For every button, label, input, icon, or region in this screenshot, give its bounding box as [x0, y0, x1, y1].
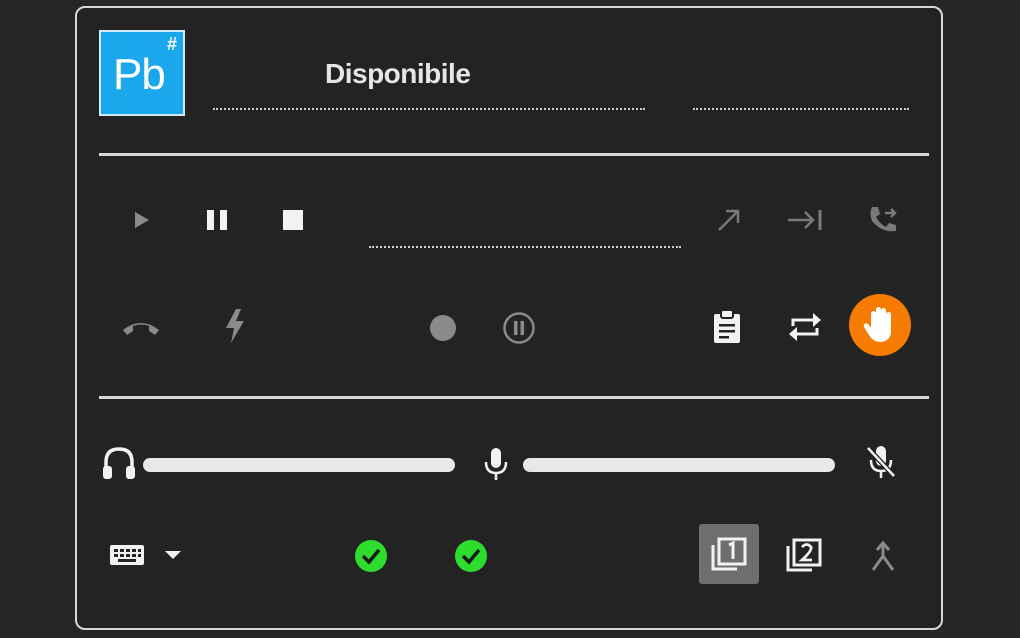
stop-icon[interactable]	[277, 204, 309, 236]
hand-icon	[863, 307, 891, 342]
play-icon[interactable]	[125, 204, 157, 236]
arrow-to-end-icon[interactable]	[785, 204, 825, 236]
app-logo: Pb #	[99, 30, 185, 116]
hand-button[interactable]	[849, 294, 911, 356]
secondary-field-underline[interactable]	[693, 108, 909, 110]
swap-icon[interactable]	[785, 308, 825, 346]
softphone-panel: Pb # Disponibile	[75, 6, 943, 630]
merge-icon[interactable]	[865, 538, 901, 574]
logo-badge: #	[166, 34, 177, 54]
microphone-off-icon[interactable]	[861, 442, 901, 482]
dial-number-field[interactable]	[369, 246, 681, 248]
clipboard-icon[interactable]	[709, 308, 745, 346]
pause-icon[interactable]	[201, 204, 233, 236]
line-2-button[interactable]	[781, 534, 827, 576]
keyboard-icon[interactable]	[107, 540, 147, 570]
separator-bottom	[99, 396, 929, 399]
hangup-icon[interactable]	[119, 312, 163, 342]
status-field-underline[interactable]	[213, 108, 645, 110]
speaker-volume-slider[interactable]	[143, 458, 455, 472]
line-1-button[interactable]	[699, 524, 759, 584]
agent-status-label[interactable]: Disponibile	[325, 58, 471, 90]
flash-icon[interactable]	[219, 308, 251, 344]
caret-down-icon[interactable]	[161, 544, 185, 566]
logo-text: Pb	[113, 50, 166, 99]
record-icon[interactable]	[427, 312, 459, 344]
line-2-icon	[786, 538, 822, 572]
microphone-icon	[481, 444, 511, 484]
mic-volume-slider[interactable]	[523, 458, 835, 472]
headphones-icon	[99, 444, 139, 482]
phone-forward-icon[interactable]	[865, 202, 901, 238]
separator-top	[99, 153, 929, 156]
arrow-up-right-icon[interactable]	[711, 204, 747, 236]
speaker-volume-fill	[143, 458, 455, 472]
check-circle-icon	[353, 538, 389, 574]
pause-circle-icon[interactable]	[501, 310, 537, 346]
check-circle-icon	[453, 538, 489, 574]
mic-volume-fill	[523, 458, 835, 472]
line-1-icon	[711, 537, 747, 571]
